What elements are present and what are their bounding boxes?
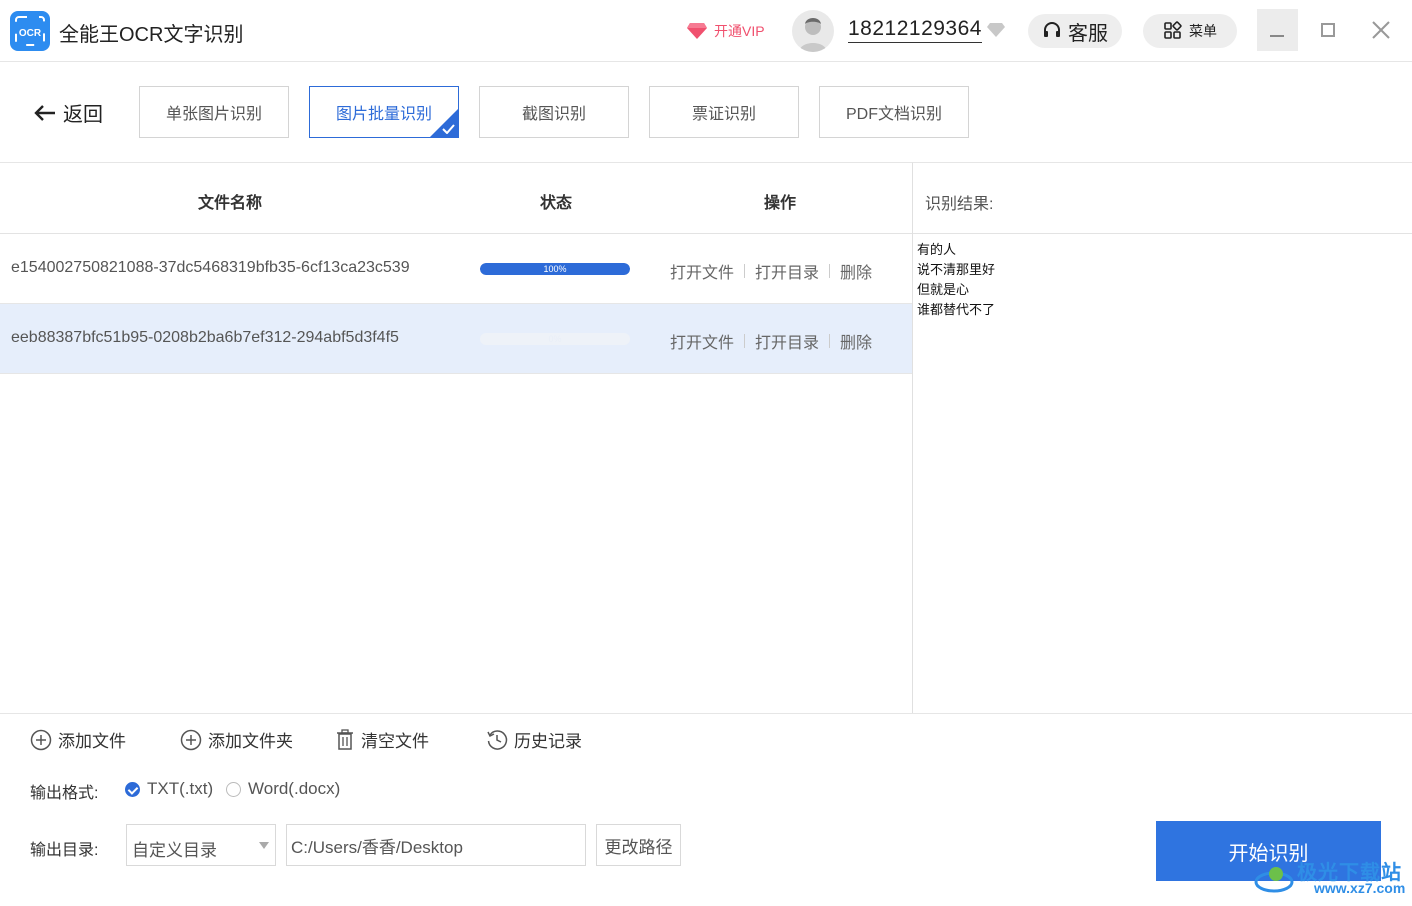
open-dir-link[interactable]: 打开目录 [755, 329, 819, 353]
trash-icon [337, 728, 353, 750]
arrow-left-icon [34, 104, 55, 121]
add-folder-label: 添加文件夹 [208, 732, 293, 751]
title-bar: OCR 全能王OCR文字识别 开通VIP 18212129364 客服 菜单 [0, 0, 1412, 62]
radio-unchecked-icon [226, 781, 241, 797]
delete-link[interactable]: 删除 [840, 259, 872, 283]
format-txt-radio[interactable]: TXT(.txt) [125, 779, 213, 799]
app-logo-icon: OCR [10, 11, 50, 51]
history-label: 历史记录 [514, 732, 582, 751]
grid-menu-icon [1164, 21, 1182, 39]
tab-label: 截图识别 [521, 106, 586, 123]
output-dir-label: 输出目录: [30, 842, 99, 859]
header-status: 状态 [540, 195, 573, 212]
tab-ticket[interactable]: 票证识别 [649, 86, 799, 138]
add-folder-button[interactable]: 添加文件夹 [180, 727, 293, 752]
minimize-button[interactable] [1257, 9, 1298, 51]
format-word-radio[interactable]: Word(.docx) [226, 779, 340, 799]
result-line: 有的人 [917, 242, 957, 257]
menu-label: 菜单 [1189, 23, 1217, 39]
maximize-button[interactable] [1321, 23, 1335, 37]
tab-label: 票证识别 [691, 106, 756, 123]
open-dir-link[interactable]: 打开目录 [755, 259, 819, 283]
tab-single-image[interactable]: 单张图片识别 [139, 86, 289, 138]
user-diamond-icon [987, 23, 1005, 37]
close-icon[interactable] [1370, 19, 1392, 41]
chevron-down-icon [259, 842, 269, 849]
result-line: 谁都替代不了 [917, 302, 996, 317]
result-line: 说不清那里好 [917, 262, 996, 277]
format-txt-label: TXT(.txt) [147, 779, 214, 798]
table-row[interactable]: e154002750821088-37dc5468319bfb35-6cf13c… [0, 234, 912, 304]
customer-service-label: 客服 [1068, 22, 1108, 45]
progress-text: 100% [543, 264, 567, 274]
tab-label: 单张图片识别 [165, 106, 262, 123]
header-filename: 文件名称 [198, 195, 263, 212]
app-title: 全能王OCR文字识别 [59, 24, 244, 46]
result-line: 但就是心 [917, 282, 970, 297]
output-dir-select[interactable]: 自定义目录 [126, 824, 276, 866]
clear-files-label: 清空文件 [361, 732, 429, 751]
file-name: eeb88387bfc51b95-0208b2ba6b7ef312-294abf… [11, 329, 399, 346]
plus-circle-icon [30, 729, 52, 750]
divider [829, 264, 831, 278]
progress-bar: 0% [480, 333, 630, 345]
row-actions: 打开文件 打开目录 删除 [670, 329, 872, 353]
divider [829, 334, 831, 348]
delete-link[interactable]: 删除 [840, 329, 872, 353]
back-button[interactable]: 返回 [33, 98, 103, 127]
back-label: 返回 [63, 104, 103, 126]
tab-pdf[interactable]: PDF文档识别 [819, 86, 969, 138]
result-label: 识别结果: [925, 196, 994, 213]
clear-files-button[interactable]: 清空文件 [335, 727, 429, 752]
divider [744, 264, 746, 278]
output-path-input[interactable] [286, 824, 586, 866]
open-file-link[interactable]: 打开文件 [670, 329, 734, 353]
watermark-url: www.xz7.com [1314, 880, 1406, 896]
tab-label: PDF文档识别 [845, 106, 942, 123]
select-value: 自定义目录 [132, 841, 217, 860]
divider [744, 334, 746, 348]
diamond-icon [687, 23, 707, 39]
user-phone[interactable]: 18212129364 [848, 17, 982, 43]
plus-circle-icon [180, 729, 202, 750]
radio-checked-icon [125, 781, 140, 797]
customer-service-button[interactable]: 客服 [1028, 14, 1122, 48]
format-word-label: Word(.docx) [248, 779, 341, 798]
vip-button[interactable]: 开通VIP [686, 20, 765, 42]
file-name: e154002750821088-37dc5468319bfb35-6cf13c… [11, 259, 410, 276]
open-file-link[interactable]: 打开文件 [670, 259, 734, 283]
header-ops: 操作 [764, 195, 797, 212]
watermark: 极光下载站 www.xz7.com [1252, 852, 1407, 898]
menu-button[interactable]: 菜单 [1143, 14, 1237, 48]
file-table: 文件名称 状态 操作 e154002750821088-37dc5468319b… [0, 162, 913, 713]
row-actions: 打开文件 打开目录 删除 [670, 259, 872, 283]
add-file-button[interactable]: 添加文件 [30, 727, 126, 752]
progress-bar: 100% [480, 263, 630, 275]
tab-label: 图片批量识别 [335, 106, 432, 123]
svg-text:OCR: OCR [19, 28, 42, 39]
table-header: 文件名称 状态 操作 [0, 163, 912, 234]
result-text[interactable]: 有的人 说不清那里好 但就是心 谁都替代不了 [917, 240, 995, 320]
table-row[interactable]: eeb88387bfc51b95-0208b2ba6b7ef312-294abf… [0, 304, 912, 374]
history-icon [487, 729, 508, 750]
progress-text: 0% [548, 334, 562, 344]
add-file-label: 添加文件 [58, 732, 126, 751]
tab-screenshot[interactable]: 截图识别 [479, 86, 629, 138]
output-format-label: 输出格式: [30, 785, 99, 802]
result-header: 识别结果: [913, 162, 1412, 234]
history-button[interactable]: 历史记录 [486, 727, 582, 752]
headset-icon [1044, 22, 1060, 37]
avatar[interactable] [792, 10, 834, 52]
tab-batch-image[interactable]: 图片批量识别 [309, 86, 459, 138]
vip-label: 开通VIP [714, 23, 765, 39]
watermark-logo-icon [1254, 867, 1294, 893]
change-path-button[interactable]: 更改路径 [596, 824, 681, 866]
check-icon [442, 124, 455, 134]
